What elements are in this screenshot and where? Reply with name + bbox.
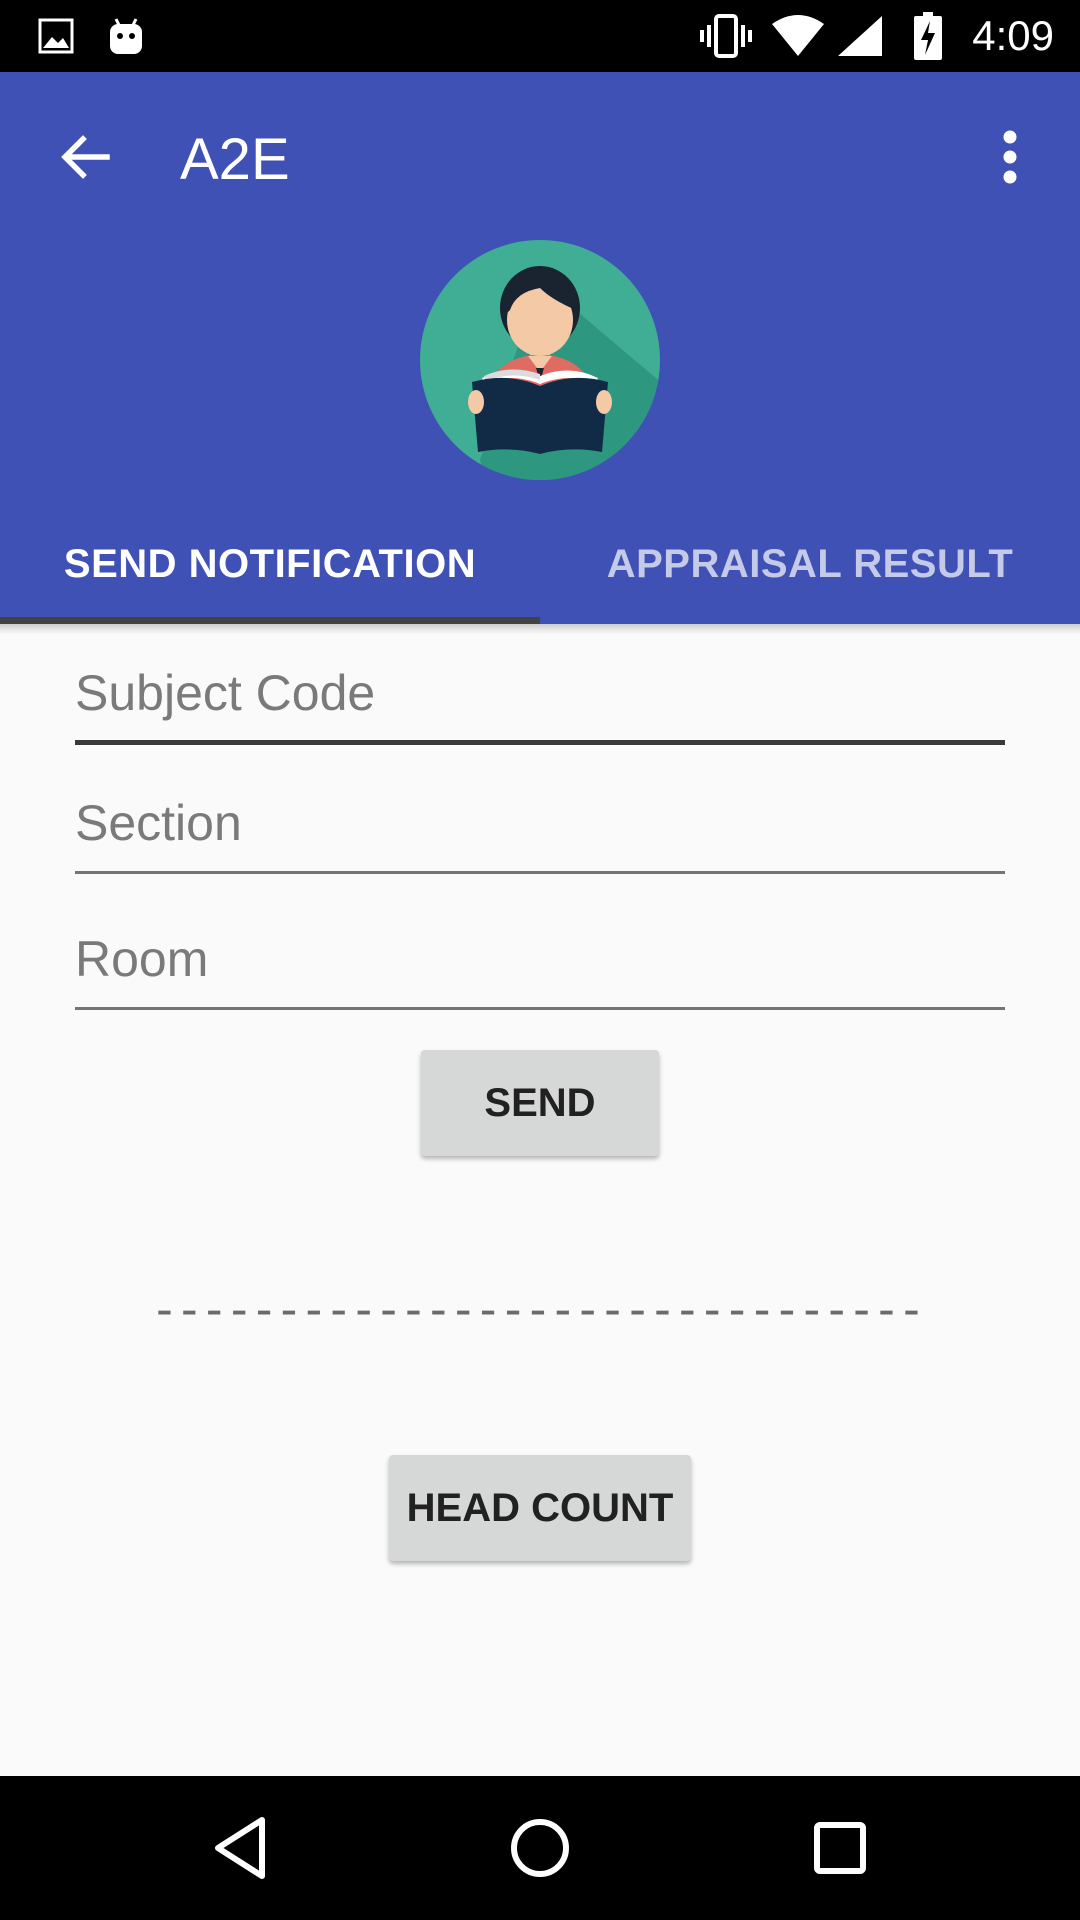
back-button[interactable]	[40, 112, 130, 202]
section-field	[75, 776, 1005, 876]
tab-send-notification[interactable]: SEND NOTIFICATION	[0, 504, 540, 624]
nav-back-button[interactable]	[160, 1776, 320, 1920]
room-field	[75, 912, 1005, 1012]
room-input[interactable]	[75, 912, 1005, 1006]
section-input[interactable]	[75, 776, 1005, 870]
tab-label: APPRAISAL RESULT	[606, 541, 1014, 586]
head-count-button[interactable]: HEAD COUNT	[389, 1455, 691, 1561]
status-bar: 4:09	[0, 0, 1080, 72]
tab-bar: SEND NOTIFICATION APPRAISAL RESULT	[0, 504, 1080, 624]
field-underline	[75, 1007, 1005, 1010]
battery-charging-icon	[908, 0, 948, 72]
image-icon	[36, 0, 76, 72]
wifi-icon	[768, 0, 828, 72]
field-underline	[75, 740, 1005, 745]
nav-home-icon	[511, 1819, 569, 1877]
tab-appraisal-result[interactable]: APPRAISAL RESULT	[540, 504, 1080, 624]
nav-recents-icon	[814, 1822, 866, 1874]
subject-code-field	[75, 646, 1005, 746]
app-header: A2E SEND NOTIFICATION APPRAISAL RESULT	[0, 72, 1080, 624]
nav-back-icon	[215, 1817, 265, 1879]
subject-code-input[interactable]	[75, 646, 1005, 740]
nav-home-button[interactable]	[460, 1776, 620, 1920]
nav-recents-button[interactable]	[760, 1776, 920, 1920]
header-shadow	[0, 624, 1080, 634]
status-time: 4:09	[972, 12, 1054, 59]
navigation-bar	[0, 1776, 1080, 1920]
vibrate-icon	[696, 0, 756, 72]
send-button[interactable]: SEND	[421, 1050, 659, 1156]
signal-icon	[834, 0, 886, 72]
field-underline	[75, 871, 1005, 874]
more-vert-icon	[1003, 130, 1017, 184]
app-title: A2E	[180, 127, 290, 192]
tab-indicator	[0, 617, 540, 624]
student-reading-avatar	[420, 240, 660, 480]
tab-label: SEND NOTIFICATION	[63, 541, 477, 586]
arrow-back-icon	[61, 135, 110, 179]
separator-dashes: -----------------------------------	[150, 1290, 930, 1330]
android-icon	[104, 0, 148, 72]
more-options-button[interactable]	[970, 112, 1050, 202]
